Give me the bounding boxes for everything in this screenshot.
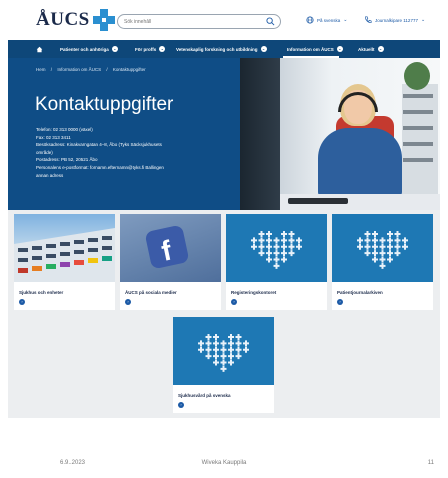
chevron-down-icon: ⌄ bbox=[420, 17, 426, 23]
card-title: ÅUCS på sociala medier bbox=[125, 290, 177, 295]
hero-banner: Hem / Information om ÅUCS / Kontaktuppgi… bbox=[8, 58, 440, 210]
globe-icon bbox=[306, 16, 314, 24]
card-title: Registeringskontoret bbox=[231, 290, 277, 295]
arrow-right-icon[interactable]: › bbox=[178, 402, 184, 408]
chevron-down-icon: ⌄ bbox=[343, 17, 348, 23]
nav-home[interactable] bbox=[36, 40, 43, 58]
card-registry-office[interactable]: Registeringskontoret › bbox=[226, 214, 327, 310]
site-logo[interactable]: ÅUCS bbox=[36, 9, 115, 31]
card-title: Sjukhusvård på svenska bbox=[178, 393, 231, 398]
breadcrumb-about[interactable]: Information om ÅUCS bbox=[57, 67, 101, 72]
breadcrumb-home[interactable]: Hem bbox=[36, 67, 46, 72]
language-link[interactable]: På svenska ⌄ bbox=[306, 16, 347, 24]
contact-email-format: Personalens e-postformat: fornamn.eftern… bbox=[36, 164, 164, 170]
card-hospitals-units[interactable]: Sjukhus och enheter › bbox=[14, 214, 115, 310]
home-icon bbox=[36, 46, 43, 52]
search-input[interactable] bbox=[124, 16, 264, 27]
chevron-down-icon: ⌄ bbox=[111, 46, 118, 52]
chevron-down-icon: ⌄ bbox=[336, 46, 343, 52]
chevron-down-icon: ⌄ bbox=[260, 46, 267, 52]
logo-text: ÅUCS bbox=[36, 9, 90, 30]
arrow-right-icon[interactable]: › bbox=[125, 299, 131, 305]
footer-author: Wiveka Kauppila bbox=[201, 460, 247, 466]
heart-pattern-image bbox=[332, 214, 433, 282]
footer-page-number: 11 bbox=[427, 460, 434, 466]
phone-link[interactable]: Journalkipare 112777 ⌄ bbox=[364, 16, 425, 24]
chevron-down-icon: ⌄ bbox=[377, 46, 384, 52]
arrow-right-icon[interactable]: › bbox=[19, 299, 25, 305]
phone-link-label: Journalkipare 112777 bbox=[375, 17, 418, 23]
nav-item-research[interactable]: Vetenskaplig forskning och utbildning ⌄ bbox=[176, 40, 267, 58]
hero-photo-customer-service bbox=[240, 58, 440, 210]
breadcrumb: Hem / Information om ÅUCS / Kontaktuppgi… bbox=[36, 67, 150, 72]
contact-email-format-cont: annan adress bbox=[36, 172, 64, 178]
main-nav: Patienter och anhöriga ⌄ För proffs ⌄ Ve… bbox=[8, 40, 440, 58]
contact-phone: Telefon: 02 313 0000 (växel) bbox=[36, 127, 93, 132]
contact-visit-address-cont: område) bbox=[36, 149, 53, 155]
slide-footer: 6.9..2023 Wiveka Kauppila 11 bbox=[0, 460, 448, 472]
nav-item-professionals[interactable]: För proffs ⌄ bbox=[135, 40, 166, 58]
contact-postal-address: Postadress: PB 52, 20521 Åbo bbox=[36, 157, 98, 163]
language-link-label: På svenska bbox=[317, 17, 341, 23]
nav-item-label: För proffs bbox=[135, 46, 157, 52]
page: ÅUCS På svenska ⌄ Journ bbox=[0, 0, 448, 478]
footer-date: 6.9..2023 bbox=[60, 460, 86, 466]
nav-item-patients[interactable]: Patienter och anhöriga ⌄ bbox=[60, 40, 118, 58]
search-box bbox=[117, 14, 281, 29]
nav-item-label: Aktuellt bbox=[358, 46, 375, 52]
link-cards-section: Sjukhus och enheter › f ÅUCS på sociala … bbox=[8, 210, 440, 418]
arrow-right-icon[interactable]: › bbox=[337, 299, 343, 305]
nav-item-news[interactable]: Aktuellt ⌄ bbox=[358, 40, 384, 58]
breadcrumb-separator: / bbox=[106, 67, 108, 72]
card-title: Sjukhus och enheter bbox=[19, 290, 64, 295]
contact-details: Telefon: 02 313 0000 (växel) Fax: 02 313… bbox=[36, 126, 231, 179]
phone-icon bbox=[365, 16, 372, 23]
card-patient-archives[interactable]: Patientjournalarkiven › bbox=[332, 214, 433, 310]
arrow-right-icon[interactable]: › bbox=[231, 299, 237, 305]
breadcrumb-current: Kontaktuppgifter bbox=[112, 67, 146, 72]
contact-fax: Fax: 02 313 3411 bbox=[36, 134, 71, 140]
logo-cross-icon bbox=[92, 9, 115, 31]
hospital-building-image bbox=[14, 214, 115, 282]
heart-pattern-image bbox=[226, 214, 327, 282]
nav-item-label: Information om ÅUCS bbox=[287, 46, 334, 52]
facebook-image: f bbox=[120, 214, 221, 282]
site-header: ÅUCS På svenska ⌄ Journ bbox=[0, 0, 448, 40]
heart-pattern-image bbox=[173, 317, 274, 385]
contact-visit-address: Besöksadress: Kinakvarngatan 4–8, Åbo (T… bbox=[36, 142, 162, 148]
card-social-media[interactable]: f ÅUCS på sociala medier › bbox=[120, 214, 221, 310]
breadcrumb-separator: / bbox=[50, 67, 53, 72]
card-swedish-care[interactable]: Sjukhusvård på svenska › bbox=[173, 317, 274, 413]
nav-item-label: Vetenskaplig forskning och utbildning bbox=[176, 46, 258, 52]
search-icon[interactable] bbox=[266, 17, 275, 26]
page-title: Kontaktuppgifter bbox=[35, 94, 174, 115]
chevron-down-icon: ⌄ bbox=[159, 46, 166, 52]
nav-item-label: Patienter och anhöriga bbox=[60, 46, 109, 52]
card-title: Patientjournalarkiven bbox=[337, 290, 383, 295]
